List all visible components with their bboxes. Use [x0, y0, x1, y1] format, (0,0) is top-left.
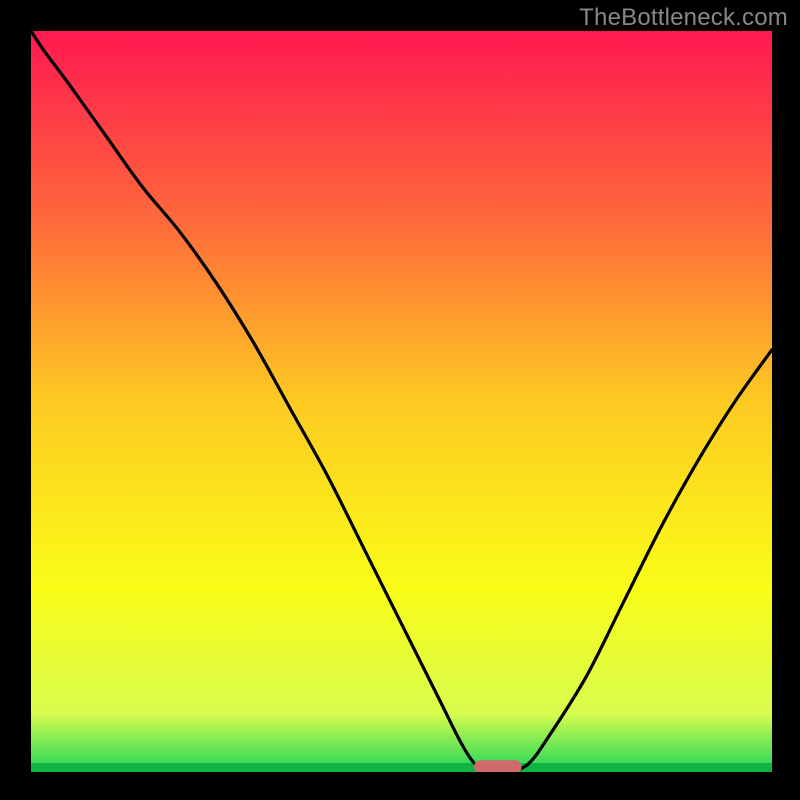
baseline-strip [31, 763, 772, 772]
watermark-text: TheBottleneck.com [579, 4, 788, 32]
chart-frame: TheBottleneck.com [0, 0, 800, 800]
bottleneck-chart [31, 31, 772, 772]
gradient-background [31, 31, 772, 772]
optimal-marker [474, 760, 521, 772]
